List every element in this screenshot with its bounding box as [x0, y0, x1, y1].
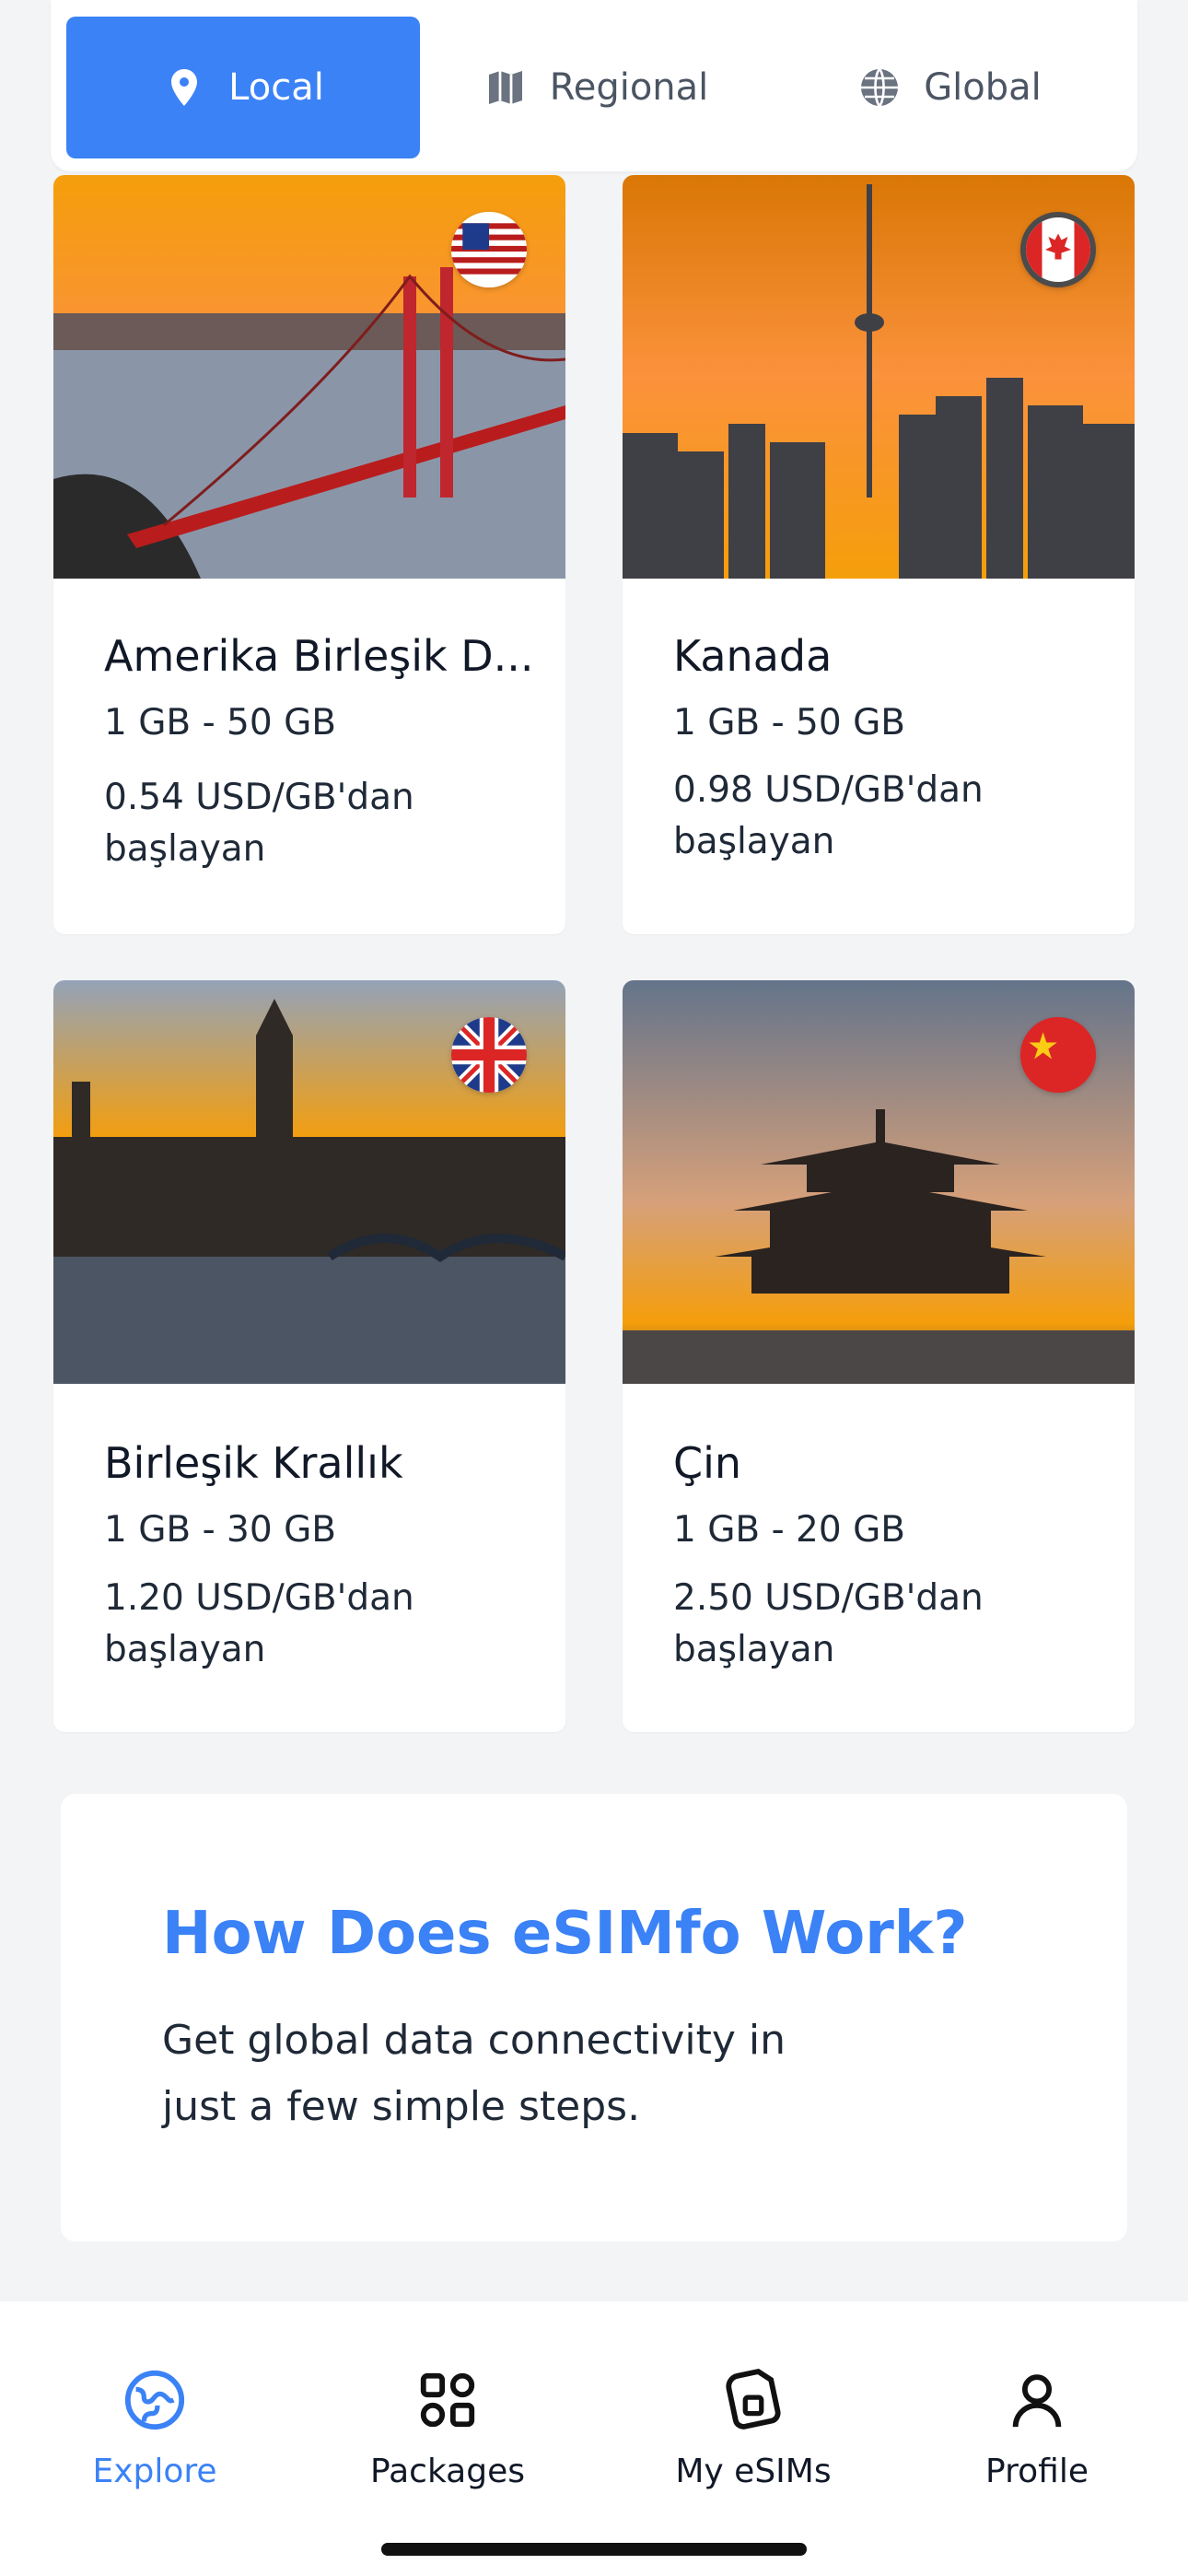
region-tabs: Local Regional Global	[51, 0, 1137, 171]
destination-name: Kanada	[673, 631, 833, 681]
globe-icon	[861, 68, 899, 107]
destination-name: Birleşik Krallık	[104, 1438, 403, 1488]
price-text: 2.50 USD/GB'dan başlayan	[673, 1577, 984, 1670]
data-range: 1 GB - 30 GB	[104, 1509, 337, 1551]
user-icon	[1012, 2374, 1062, 2428]
price-text: 0.98 USD/GB'dan başlayan	[673, 769, 984, 862]
sim-card-icon	[726, 2368, 781, 2430]
china-flag-icon	[1020, 1017, 1096, 1093]
destination-card-uk[interactable]: Birleşik Krallık 1 GB - 30 GB 1.20 USD/G…	[53, 980, 565, 1732]
globe-explore-icon	[124, 2370, 185, 2430]
nav-label: Explore	[92, 2453, 217, 2490]
data-range: 1 GB - 50 GB	[104, 702, 337, 744]
data-range: 1 GB - 50 GB	[673, 702, 906, 744]
price-text: 1.20 USD/GB'dan başlayan	[104, 1577, 414, 1670]
destination-card-china[interactable]: Çin 1 GB - 20 GB 2.50 USD/GB'dan başlaya…	[623, 980, 1135, 1732]
section-title: How Does eSIMfo Work?	[162, 1900, 968, 1968]
section-description: Get global data connectivity in just a f…	[162, 2017, 786, 2130]
how-it-works-section: How Does eSIMfo Work? Get global data co…	[61, 1794, 1127, 2242]
nav-label: Packages	[370, 2453, 525, 2490]
tab-regional[interactable]: Regional	[419, 17, 773, 158]
nav-profile[interactable]: Profile	[926, 2368, 1147, 2490]
tab-label: Regional	[549, 66, 709, 109]
data-range: 1 GB - 20 GB	[673, 1509, 906, 1551]
tab-label: Global	[924, 66, 1042, 109]
tab-local[interactable]: Local	[66, 17, 420, 158]
destination-card-canada[interactable]: Kanada 1 GB - 50 GB 0.98 USD/GB'dan başl…	[623, 175, 1135, 934]
location-pin-icon	[171, 69, 198, 106]
destination-name: Amerika Birleşik D...	[104, 631, 534, 681]
grid-icon	[420, 2372, 475, 2428]
bottom-navigation: Explore Packages My eSIMs Profile	[0, 2301, 1188, 2576]
home-indicator	[381, 2543, 807, 2556]
us-flag-icon	[451, 212, 527, 287]
tab-global[interactable]: Global	[773, 17, 1126, 158]
nav-my-esims[interactable]: My eSIMs	[643, 2368, 864, 2490]
uk-flag-icon	[451, 1017, 527, 1093]
canada-flag-icon	[1020, 212, 1096, 287]
nav-label: My eSIMs	[675, 2453, 832, 2490]
destination-name: Çin	[673, 1438, 742, 1488]
nav-packages[interactable]: Packages	[337, 2368, 558, 2490]
nav-explore[interactable]: Explore	[44, 2368, 265, 2490]
map-icon	[488, 71, 522, 104]
destination-card-usa[interactable]: Amerika Birleşik D... 1 GB - 50 GB 0.54 …	[53, 175, 565, 934]
nav-label: Profile	[985, 2453, 1089, 2490]
tab-label: Local	[228, 66, 324, 109]
price-text: 0.54 USD/GB'dan başlayan	[104, 777, 414, 870]
